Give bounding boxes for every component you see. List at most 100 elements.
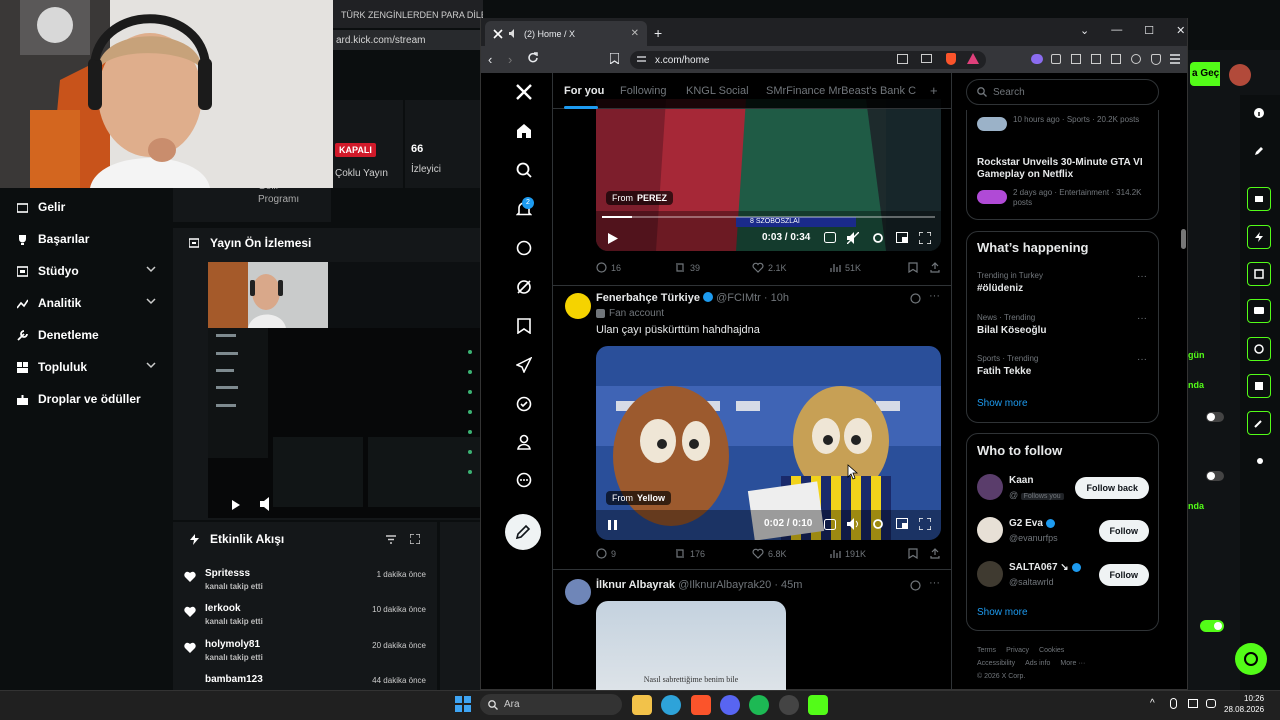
music-icon[interactable] bbox=[1071, 54, 1081, 64]
filter-icon[interactable] bbox=[386, 535, 396, 544]
sidebar-item-basarilar[interactable]: Başarılar bbox=[16, 232, 156, 246]
network-icon[interactable] bbox=[1188, 699, 1198, 708]
tool-button-4[interactable] bbox=[1247, 299, 1271, 323]
like-button[interactable]: 2.1K bbox=[752, 262, 787, 273]
bookmark-post-button[interactable] bbox=[908, 262, 918, 273]
edge-icon[interactable] bbox=[661, 695, 681, 715]
expand-icon[interactable] bbox=[410, 534, 420, 544]
sidebar-icon[interactable] bbox=[1111, 54, 1121, 64]
avatar[interactable] bbox=[977, 517, 1003, 543]
add-tab-icon[interactable]: + bbox=[930, 83, 938, 98]
tool-button-6[interactable] bbox=[1247, 374, 1271, 398]
toggle-switch[interactable] bbox=[1206, 412, 1224, 422]
bookmark-icon[interactable] bbox=[610, 53, 619, 64]
volume-icon[interactable] bbox=[1206, 699, 1216, 708]
follow-suggestion[interactable]: G2 Eva @evanurfps Follow bbox=[977, 517, 1149, 547]
follow-suggestion[interactable]: Kaan @ Follows you Follow back bbox=[977, 474, 1149, 504]
tab-following[interactable]: Following bbox=[620, 85, 666, 97]
muted-icon[interactable] bbox=[847, 232, 859, 244]
more-options-icon[interactable]: ··· bbox=[929, 290, 940, 302]
captions-icon[interactable] bbox=[824, 232, 836, 243]
more-options-icon[interactable]: ··· bbox=[1137, 271, 1147, 282]
tool-button-5[interactable] bbox=[1247, 337, 1271, 361]
tab-for-you[interactable]: For you bbox=[564, 85, 604, 97]
video-progress-track[interactable] bbox=[602, 216, 935, 218]
post-age[interactable]: 45m bbox=[781, 579, 802, 591]
footer-link[interactable]: Cookies bbox=[1039, 647, 1064, 654]
toggle-switch[interactable] bbox=[1206, 471, 1224, 481]
post-video[interactable]: From Yellow 0:02 / 0:10 bbox=[596, 346, 941, 540]
kick-browser-tab[interactable]: TÜRK ZENGİNLERDEN PARA DİLENE bbox=[336, 4, 483, 26]
footer-link[interactable]: Accessibility bbox=[977, 660, 1015, 667]
follow-button[interactable]: Follow bbox=[1098, 564, 1149, 586]
search-icon[interactable] bbox=[513, 159, 535, 181]
author-name[interactable]: İlknur Albayrak bbox=[596, 579, 675, 591]
like-button[interactable]: 6.8K bbox=[752, 548, 787, 559]
avatar[interactable] bbox=[977, 474, 1003, 500]
reply-button[interactable]: 9 bbox=[596, 548, 616, 559]
search-input[interactable]: Search bbox=[966, 79, 1159, 105]
from-tag[interactable]: From Yellow bbox=[606, 491, 672, 505]
grok-explain-icon[interactable] bbox=[910, 293, 921, 304]
vpn-icon[interactable] bbox=[1151, 54, 1161, 65]
taskbar-search[interactable]: Ara bbox=[480, 694, 622, 715]
volume-icon[interactable] bbox=[847, 518, 859, 530]
brave-shield-icon[interactable] bbox=[946, 53, 956, 65]
verified-icon[interactable] bbox=[513, 393, 535, 415]
kick-address-bar[interactable]: ard.kick.com/stream bbox=[333, 30, 483, 50]
forward-icon[interactable]: › bbox=[508, 52, 512, 67]
more-options-icon[interactable]: ··· bbox=[1137, 313, 1147, 324]
footer-link[interactable]: Terms bbox=[977, 647, 996, 654]
tray-chevron-icon[interactable]: ^ bbox=[1150, 698, 1155, 709]
author-handle[interactable]: @FCIMtr bbox=[716, 292, 761, 304]
scrollbar-thumb[interactable] bbox=[1181, 229, 1186, 249]
more-options-icon[interactable]: ··· bbox=[1137, 354, 1147, 365]
leo-ai-icon[interactable] bbox=[1131, 54, 1141, 64]
grok-icon[interactable] bbox=[513, 276, 535, 298]
toggle-switch-on[interactable] bbox=[1200, 620, 1224, 632]
from-tag[interactable]: From PEREZ bbox=[606, 191, 674, 205]
more-icon[interactable] bbox=[513, 469, 535, 491]
author-name[interactable]: Fenerbahçe Türkiye bbox=[596, 292, 700, 304]
settings-icon[interactable] bbox=[872, 232, 884, 244]
grok-rocket-icon[interactable] bbox=[513, 354, 535, 376]
bookmarks-icon[interactable] bbox=[513, 315, 535, 337]
extension-icon[interactable] bbox=[1031, 54, 1043, 64]
windows-start-icon[interactable] bbox=[455, 696, 471, 712]
tool-button-3[interactable] bbox=[1247, 262, 1271, 286]
share-button[interactable] bbox=[930, 548, 940, 559]
post-age[interactable]: 10h bbox=[771, 292, 789, 304]
avatar[interactable] bbox=[1229, 64, 1251, 86]
footer-link[interactable]: More ··· bbox=[1060, 660, 1085, 667]
obs-icon[interactable] bbox=[779, 695, 799, 715]
avatar[interactable] bbox=[565, 293, 591, 319]
sidebar-item-topluluk[interactable]: Topluluk bbox=[16, 360, 156, 374]
skip-button[interactable]: a Geç bbox=[1190, 62, 1220, 86]
trend-item[interactable]: Trending in Turkey #ölüdeniz ··· bbox=[977, 271, 1147, 294]
info-icon[interactable] bbox=[1254, 108, 1264, 118]
captions-icon[interactable] bbox=[824, 519, 836, 530]
file-explorer-icon[interactable] bbox=[632, 695, 652, 715]
follow-back-button[interactable]: Follow back bbox=[1075, 477, 1149, 499]
footer-link[interactable]: Privacy bbox=[1006, 647, 1029, 654]
maximize-icon[interactable]: ☐ bbox=[1144, 24, 1154, 37]
edit-icon[interactable] bbox=[1254, 146, 1264, 156]
bookmark-post-button[interactable] bbox=[908, 548, 918, 559]
show-more-follow-link[interactable]: Show more bbox=[977, 607, 1028, 618]
repost-button[interactable]: 39 bbox=[674, 262, 700, 273]
trend-item[interactable]: News · Trending Bilal Köseoğlu ··· bbox=[977, 313, 1147, 336]
avatar[interactable] bbox=[565, 579, 591, 605]
browser-tab-x-home[interactable]: (2) Home / X ✕ bbox=[485, 21, 647, 46]
reload-icon[interactable] bbox=[527, 52, 538, 63]
site-info-icon[interactable] bbox=[637, 55, 646, 64]
compose-post-button[interactable] bbox=[505, 514, 541, 550]
show-more-trends-link[interactable]: Show more bbox=[977, 398, 1028, 409]
x-logo-icon[interactable] bbox=[513, 81, 535, 103]
post-image[interactable]: Nasıl sabrettiğime benim bile bbox=[596, 601, 786, 690]
spotify-icon[interactable] bbox=[749, 695, 769, 715]
tool-button-1[interactable] bbox=[1247, 187, 1271, 211]
fullscreen-icon[interactable] bbox=[919, 518, 931, 530]
pip-icon[interactable] bbox=[896, 232, 908, 243]
tool-button-2[interactable] bbox=[1247, 225, 1271, 249]
close-window-icon[interactable]: ✕ bbox=[1176, 24, 1185, 37]
